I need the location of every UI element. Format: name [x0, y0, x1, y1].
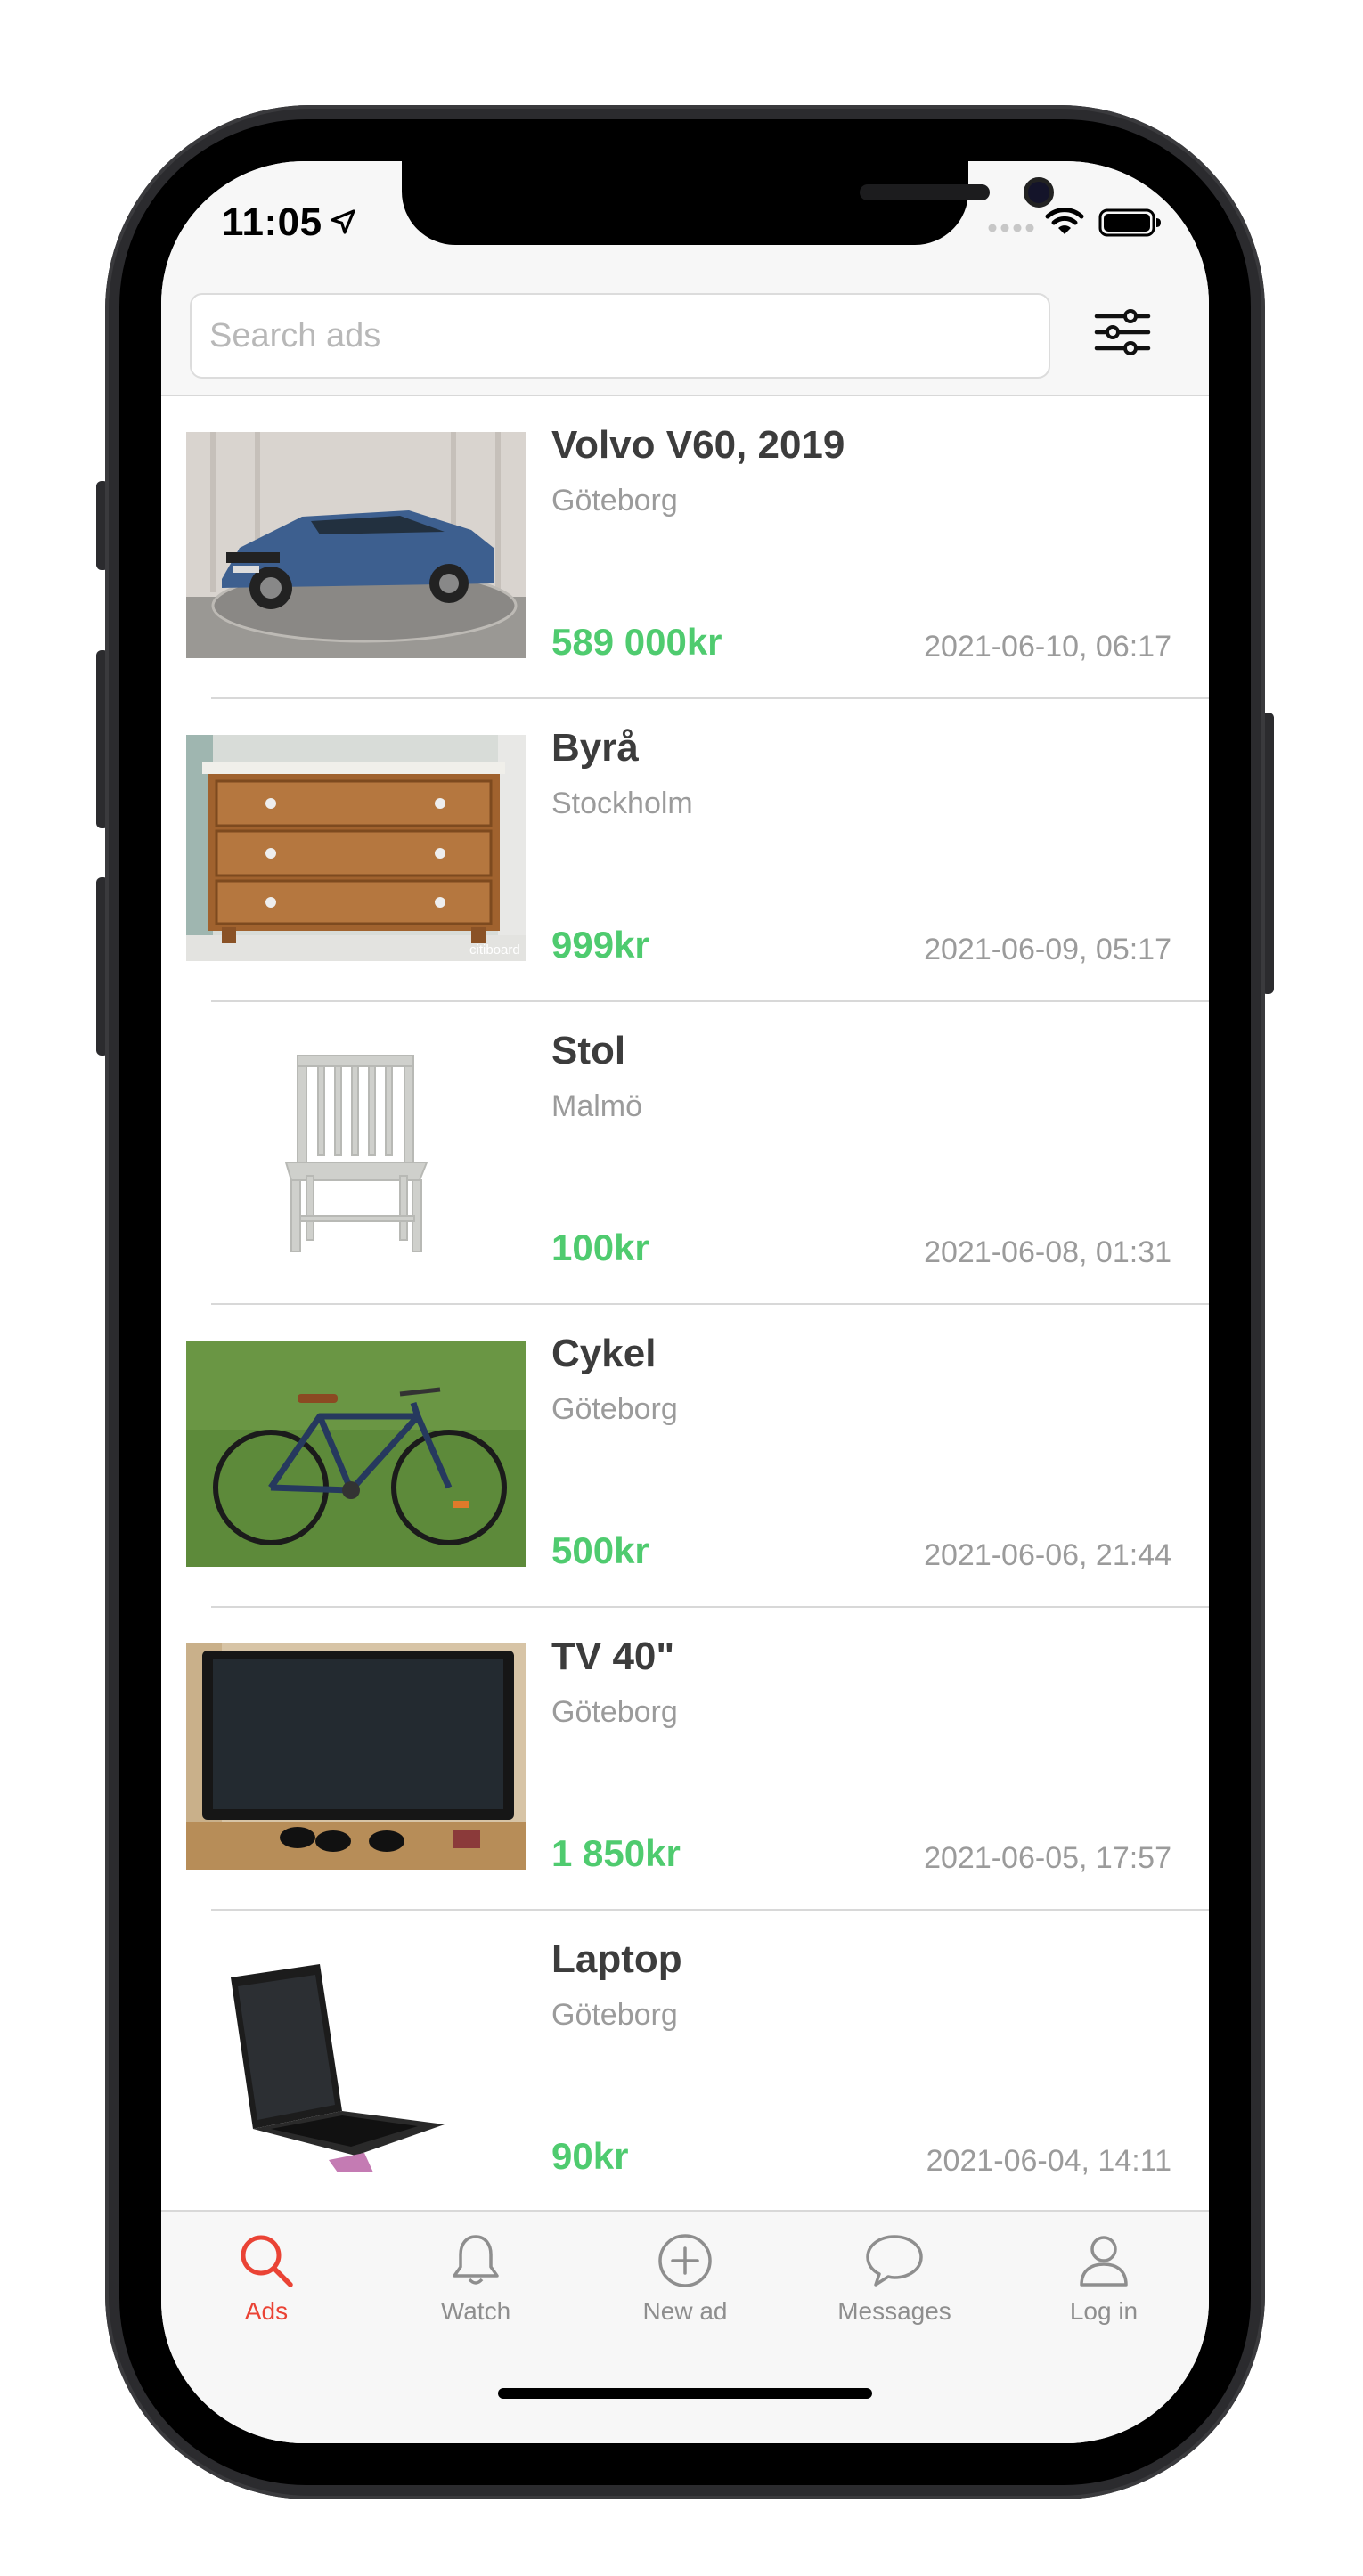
ad-list-item[interactable]: Laptop Göteborg 90kr 2021-06-04, 14:11: [161, 1911, 1209, 2213]
ads-list[interactable]: Volvo V60, 2019 Göteborg 589 000kr 2021-…: [161, 396, 1209, 2213]
ad-price: 589 000kr: [551, 621, 722, 663]
ad-list-item[interactable]: Cykel Göteborg 500kr 2021-06-06, 21:44: [161, 1305, 1209, 1608]
camera-notch: [402, 161, 1054, 245]
ad-date: 2021-06-10, 06:17: [924, 630, 1171, 664]
ad-list-item[interactable]: TV 40" Göteborg 1 850kr 2021-06-05, 17:5…: [161, 1608, 1209, 1911]
citiboard-watermark: citiboard: [469, 942, 520, 958]
ad-city: Göteborg: [551, 1695, 678, 1729]
tab-label: Log in: [1069, 2297, 1139, 2325]
front-camera: [1024, 177, 1054, 208]
chat-bubble-icon: [866, 2235, 923, 2287]
ad-title: TV 40": [551, 1634, 675, 1678]
wifi-icon: [1045, 208, 1084, 234]
tab-log-in[interactable]: Log in: [1015, 2231, 1193, 2347]
ad-price: 90kr: [551, 2135, 629, 2177]
tab-label: New ad: [642, 2297, 728, 2325]
ad-title: Cykel: [551, 1332, 657, 1375]
tab-label: Messages: [837, 2297, 951, 2325]
ad-title: Volvo V60, 2019: [551, 423, 845, 467]
ad-thumbnail-car: [186, 432, 526, 658]
home-indicator[interactable]: [498, 2388, 872, 2399]
ad-date: 2021-06-08, 01:31: [924, 1235, 1171, 1269]
ad-city: Göteborg: [551, 1998, 678, 2032]
ad-price: 1 850kr: [551, 1832, 681, 1874]
ad-price: 999kr: [551, 924, 649, 966]
location-arrow-icon: [331, 209, 355, 234]
ad-price: 100kr: [551, 1227, 649, 1268]
ad-date: 2021-06-04, 14:11: [926, 2144, 1171, 2178]
tab-new-ad[interactable]: New ad: [596, 2231, 774, 2347]
bottom-tab-bar: Ads Watch New ad Messages Log in: [161, 2210, 1209, 2443]
ad-list-item[interactable]: citiboard Byrå Stockholm 999kr 2021-06-0…: [161, 699, 1209, 1002]
ad-title: Laptop: [551, 1937, 682, 1981]
ad-thumbnail-dresser: citiboard: [186, 735, 526, 961]
earpiece-speaker: [860, 184, 990, 200]
status-time: 11:05: [222, 200, 322, 244]
ad-city: Malmö: [551, 1089, 643, 1123]
tab-label: Watch: [440, 2297, 511, 2325]
ad-city: Stockholm: [551, 787, 693, 820]
filter-sliders-icon[interactable]: [1091, 304, 1154, 361]
bell-icon: [453, 2235, 499, 2285]
tab-messages[interactable]: Messages: [805, 2231, 983, 2347]
ad-city: Göteborg: [551, 1392, 678, 1426]
ad-price: 500kr: [551, 1529, 649, 1571]
search-input[interactable]: [190, 293, 1050, 379]
ad-date: 2021-06-09, 05:17: [924, 933, 1171, 966]
top-bar: 11:05: [161, 161, 1209, 396]
ad-thumbnail-chair: [186, 1038, 526, 1264]
ad-date: 2021-06-05, 17:57: [924, 1841, 1171, 1875]
tab-watch[interactable]: Watch: [387, 2231, 565, 2347]
ad-thumbnail-tv: [186, 1643, 526, 1870]
tab-ads[interactable]: Ads: [177, 2231, 355, 2347]
person-icon: [1080, 2236, 1128, 2287]
app-screen: 11:05 Search ads Volvo V60, 2019 Götebor…: [161, 161, 1209, 2443]
ad-title: Byrå: [551, 726, 639, 770]
ad-title: Stol: [551, 1029, 626, 1072]
ad-list-item[interactable]: Stol Malmö 100kr 2021-06-08, 01:31: [161, 1002, 1209, 1305]
plus-circle-icon: [658, 2234, 712, 2287]
ad-thumbnail-bicycle: [186, 1341, 526, 1567]
battery-icon: [1098, 208, 1161, 237]
ad-thumbnail-laptop: [186, 1946, 526, 2172]
search-icon: [241, 2235, 293, 2287]
ad-list-item[interactable]: Volvo V60, 2019 Göteborg 589 000kr 2021-…: [161, 396, 1209, 699]
tab-label: Ads: [244, 2297, 289, 2325]
ad-date: 2021-06-06, 21:44: [924, 1538, 1171, 1572]
signal-icon: [988, 224, 1034, 232]
ad-city: Göteborg: [551, 484, 678, 518]
